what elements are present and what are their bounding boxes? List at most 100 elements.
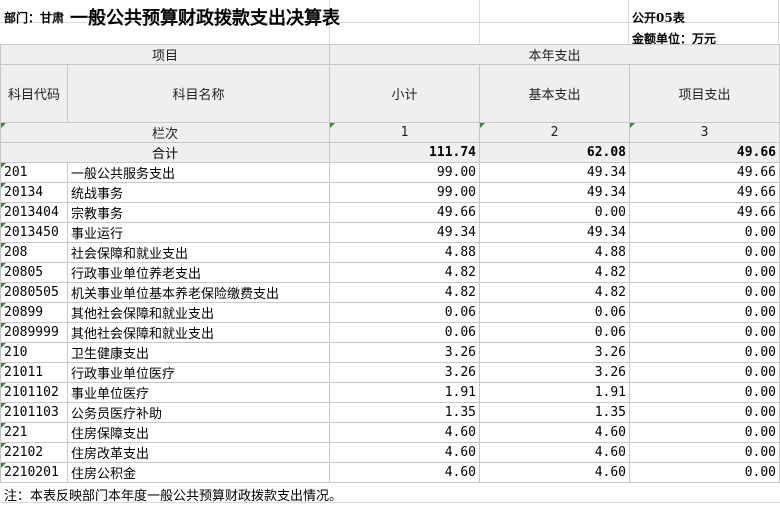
header-project[interactable]: 项目支出 <box>629 64 780 123</box>
row-name[interactable]: 住房公积金 <box>66 462 331 483</box>
row-name[interactable]: 住房改革支出 <box>66 442 331 463</box>
row-subtotal[interactable]: 4.82 <box>329 262 481 283</box>
table-row: 20134 统战事务 99.00 49.34 49.66 <box>0 182 780 203</box>
column-index-1[interactable]: 1 <box>329 122 481 143</box>
row-basic[interactable]: 0.06 <box>479 322 631 343</box>
row-code[interactable]: 2080505 <box>0 282 68 303</box>
row-basic[interactable]: 4.60 <box>479 462 631 483</box>
row-code[interactable]: 208 <box>0 242 68 263</box>
row-name[interactable]: 社会保障和就业支出 <box>66 242 331 263</box>
row-code[interactable]: 2013404 <box>0 202 68 223</box>
row-project[interactable]: 49.66 <box>629 182 780 203</box>
row-name[interactable]: 其他社会保障和就业支出 <box>66 322 331 343</box>
row-code[interactable]: 20805 <box>0 262 68 283</box>
row-basic[interactable]: 4.60 <box>479 422 631 443</box>
row-project[interactable]: 0.00 <box>629 362 780 383</box>
total-basic[interactable]: 62.08 <box>479 142 631 163</box>
row-basic[interactable]: 4.88 <box>479 242 631 263</box>
row-name[interactable]: 行政事业单位养老支出 <box>66 262 331 283</box>
header-item[interactable]: 项目 <box>0 44 331 65</box>
table-row: 2013404 宗教事务 49.66 0.00 49.66 <box>0 202 780 223</box>
header-code[interactable]: 科目代码 <box>0 64 68 123</box>
row-code[interactable]: 20134 <box>0 182 68 203</box>
row-subtotal[interactable]: 99.00 <box>329 162 481 183</box>
row-subtotal[interactable]: 4.88 <box>329 242 481 263</box>
row-code[interactable]: 20899 <box>0 302 68 323</box>
row-code[interactable]: 2210201 <box>0 462 68 483</box>
row-basic[interactable]: 0.06 <box>479 302 631 323</box>
row-subtotal[interactable]: 4.60 <box>329 422 481 443</box>
row-subtotal[interactable]: 49.66 <box>329 202 481 223</box>
total-label[interactable]: 合计 <box>0 142 331 163</box>
row-subtotal[interactable]: 0.06 <box>329 322 481 343</box>
row-project[interactable]: 0.00 <box>629 442 780 463</box>
row-name[interactable]: 宗教事务 <box>66 202 331 223</box>
row-project[interactable]: 49.66 <box>629 202 780 223</box>
row-subtotal[interactable]: 4.60 <box>329 462 481 483</box>
row-code[interactable]: 221 <box>0 422 68 443</box>
row-name[interactable]: 行政事业单位医疗 <box>66 362 331 383</box>
row-code[interactable]: 22102 <box>0 442 68 463</box>
row-code[interactable]: 201 <box>0 162 68 183</box>
row-project[interactable]: 0.00 <box>629 242 780 263</box>
row-basic[interactable]: 4.82 <box>479 262 631 283</box>
row-project[interactable]: 0.00 <box>629 302 780 323</box>
row-basic[interactable]: 1.91 <box>479 382 631 403</box>
table-row: 2080505 机关事业单位基本养老保险缴费支出 4.82 4.82 0.00 <box>0 282 780 303</box>
header-current-year[interactable]: 本年支出 <box>329 44 780 65</box>
row-basic[interactable]: 0.00 <box>479 202 631 223</box>
row-name[interactable]: 事业单位医疗 <box>66 382 331 403</box>
row-basic[interactable]: 4.82 <box>479 282 631 303</box>
header-basic[interactable]: 基本支出 <box>479 64 631 123</box>
grid-line <box>479 0 480 44</box>
row-subtotal[interactable]: 0.06 <box>329 302 481 323</box>
column-index-2[interactable]: 2 <box>479 122 631 143</box>
row-basic[interactable]: 3.26 <box>479 342 631 363</box>
row-code[interactable]: 2089999 <box>0 322 68 343</box>
row-basic[interactable]: 49.34 <box>479 182 631 203</box>
row-code[interactable]: 210 <box>0 342 68 363</box>
row-subtotal[interactable]: 4.60 <box>329 442 481 463</box>
row-name[interactable]: 统战事务 <box>66 182 331 203</box>
row-name[interactable]: 机关事业单位基本养老保险缴费支出 <box>66 282 331 303</box>
row-project[interactable]: 0.00 <box>629 422 780 443</box>
row-subtotal[interactable]: 3.26 <box>329 362 481 383</box>
row-project[interactable]: 0.00 <box>629 282 780 303</box>
row-project[interactable]: 0.00 <box>629 382 780 403</box>
row-basic[interactable]: 3.26 <box>479 362 631 383</box>
row-name[interactable]: 事业运行 <box>66 222 331 243</box>
row-subtotal[interactable]: 1.35 <box>329 402 481 423</box>
total-row: 合计 111.74 62.08 49.66 <box>0 142 780 163</box>
row-project[interactable]: 49.66 <box>629 162 780 183</box>
row-name[interactable]: 其他社会保障和就业支出 <box>66 302 331 323</box>
row-basic[interactable]: 1.35 <box>479 402 631 423</box>
row-basic[interactable]: 49.34 <box>479 222 631 243</box>
row-subtotal[interactable]: 3.26 <box>329 342 481 363</box>
row-code[interactable]: 2013450 <box>0 222 68 243</box>
row-project[interactable]: 0.00 <box>629 402 780 423</box>
row-name[interactable]: 卫生健康支出 <box>66 342 331 363</box>
column-index-label[interactable]: 栏次 <box>0 122 331 143</box>
row-subtotal[interactable]: 1.91 <box>329 382 481 403</box>
row-subtotal[interactable]: 99.00 <box>329 182 481 203</box>
row-basic[interactable]: 4.60 <box>479 442 631 463</box>
row-code[interactable]: 2101102 <box>0 382 68 403</box>
row-name[interactable]: 住房保障支出 <box>66 422 331 443</box>
row-subtotal[interactable]: 49.34 <box>329 222 481 243</box>
row-project[interactable]: 0.00 <box>629 322 780 343</box>
total-subtotal[interactable]: 111.74 <box>329 142 481 163</box>
row-code[interactable]: 2101103 <box>0 402 68 423</box>
header-subtotal[interactable]: 小计 <box>329 64 481 123</box>
row-name[interactable]: 公务员医疗补助 <box>66 402 331 423</box>
row-project[interactable]: 0.00 <box>629 222 780 243</box>
row-project[interactable]: 0.00 <box>629 262 780 283</box>
header-name[interactable]: 科目名称 <box>66 64 331 123</box>
row-subtotal[interactable]: 4.82 <box>329 282 481 303</box>
column-index-3[interactable]: 3 <box>629 122 780 143</box>
row-code[interactable]: 21011 <box>0 362 68 383</box>
row-project[interactable]: 0.00 <box>629 342 780 363</box>
row-project[interactable]: 0.00 <box>629 462 780 483</box>
row-basic[interactable]: 49.34 <box>479 162 631 183</box>
row-name[interactable]: 一般公共服务支出 <box>66 162 331 183</box>
total-project[interactable]: 49.66 <box>629 142 780 163</box>
